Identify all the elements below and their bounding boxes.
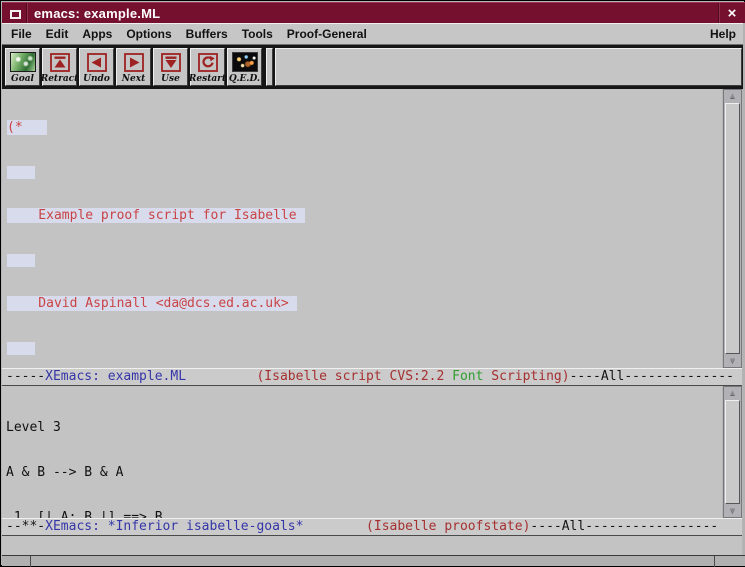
script-line[interactable]: Example proof script for Isabelle xyxy=(7,209,722,223)
titlebar-separator xyxy=(26,3,28,24)
modeline-mode-green: Font xyxy=(452,369,483,384)
locked-region-highlight xyxy=(7,254,35,267)
locked-region-highlight xyxy=(7,166,35,179)
titlebar: emacs: example.ML × xyxy=(2,2,745,23)
script-line[interactable] xyxy=(7,165,722,179)
scrollbar-thumb[interactable] xyxy=(725,400,740,504)
xemacs-window: emacs: example.ML × File Edit Apps Optio… xyxy=(0,0,745,566)
script-line[interactable] xyxy=(7,341,722,355)
frame-resize-handle[interactable] xyxy=(714,556,715,567)
modeline-goals: --**-XEmacs: *Inferior isabelle-goals* (… xyxy=(2,518,742,536)
menu-proof-general[interactable]: Proof-General xyxy=(280,27,374,41)
goals-line: Level 3 xyxy=(6,420,722,435)
close-button[interactable]: × xyxy=(721,4,743,23)
menu-buffers[interactable]: Buffers xyxy=(179,27,235,41)
window-title: emacs: example.ML xyxy=(34,6,160,21)
frame-resize-handle[interactable] xyxy=(30,556,31,567)
minibuffer[interactable] xyxy=(2,536,742,555)
script-line[interactable]: (* xyxy=(7,121,722,135)
next-button[interactable]: Next xyxy=(116,48,151,86)
scroll-down-icon[interactable]: ▼ xyxy=(724,505,741,517)
menu-help[interactable]: Help xyxy=(710,27,736,41)
scroll-up-icon[interactable]: ▲ xyxy=(724,90,741,102)
goal-button[interactable]: Goal xyxy=(5,48,40,86)
use-button[interactable]: Use xyxy=(153,48,188,86)
script-line[interactable]: David Aspinall <da@dcs.ed.ac.uk> xyxy=(7,297,722,311)
script-scrollbar[interactable]: ▲ ▼ xyxy=(723,89,742,368)
script-line[interactable] xyxy=(7,253,722,267)
goals-buffer[interactable]: Level 3 A & B --> B & A 1. [| A; B |] ==… xyxy=(2,386,722,518)
modeline-mode-red: (Isabelle script CVS:2.2 xyxy=(256,369,452,384)
menu-edit[interactable]: Edit xyxy=(39,27,76,41)
modeline-buffer-name: XEmacs: example.ML xyxy=(45,369,186,384)
window-menu-icon xyxy=(10,10,21,19)
goal-pixmap-icon xyxy=(10,50,36,74)
window-menu-button[interactable] xyxy=(7,7,24,21)
scroll-up-icon[interactable]: ▲ xyxy=(724,387,741,399)
proof-script-buffer[interactable]: (* Example proof script for Isabelle Dav… xyxy=(2,89,722,368)
scroll-down-icon[interactable]: ▼ xyxy=(724,355,741,367)
retract-icon xyxy=(50,50,70,74)
close-icon: × xyxy=(728,5,737,22)
restart-button[interactable]: Restart xyxy=(190,48,225,86)
undo-icon xyxy=(87,50,107,74)
toolbar: Goal Retract Undo xyxy=(2,45,745,89)
restart-icon xyxy=(198,50,218,74)
toolbar-spacer xyxy=(266,48,273,86)
menubar: File Edit Apps Options Buffers Tools Pro… xyxy=(2,23,745,45)
qed-pixmap-icon xyxy=(232,50,258,74)
goals-line: 1. [| A; B |] ==> B xyxy=(6,510,722,518)
goals-scrollbar[interactable]: ▲ ▼ xyxy=(723,386,742,518)
scrollbar-thumb[interactable] xyxy=(725,103,740,354)
undo-button[interactable]: Undo xyxy=(79,48,114,86)
menu-tools[interactable]: Tools xyxy=(235,27,280,41)
window-bottom-frame xyxy=(2,555,745,566)
toolbar-filler-panel xyxy=(275,48,742,86)
menu-options[interactable]: Options xyxy=(119,27,178,41)
titlebar-separator xyxy=(718,3,720,24)
modeline-script: -----XEmacs: example.ML (Isabelle script… xyxy=(2,368,742,386)
locked-region-highlight xyxy=(7,342,35,355)
menu-file[interactable]: File xyxy=(2,27,39,41)
retract-button[interactable]: Retract xyxy=(42,48,77,86)
goals-line: A & B --> B & A xyxy=(6,465,722,480)
qed-button[interactable]: Q.E.D. xyxy=(227,48,262,86)
modeline-mode-red: (Isabelle proofstate) xyxy=(366,519,530,534)
next-icon xyxy=(124,50,144,74)
menu-apps[interactable]: Apps xyxy=(75,27,119,41)
use-icon xyxy=(161,50,181,74)
modeline-buffer-name: XEmacs: *Inferior isabelle-goals* xyxy=(45,519,303,534)
